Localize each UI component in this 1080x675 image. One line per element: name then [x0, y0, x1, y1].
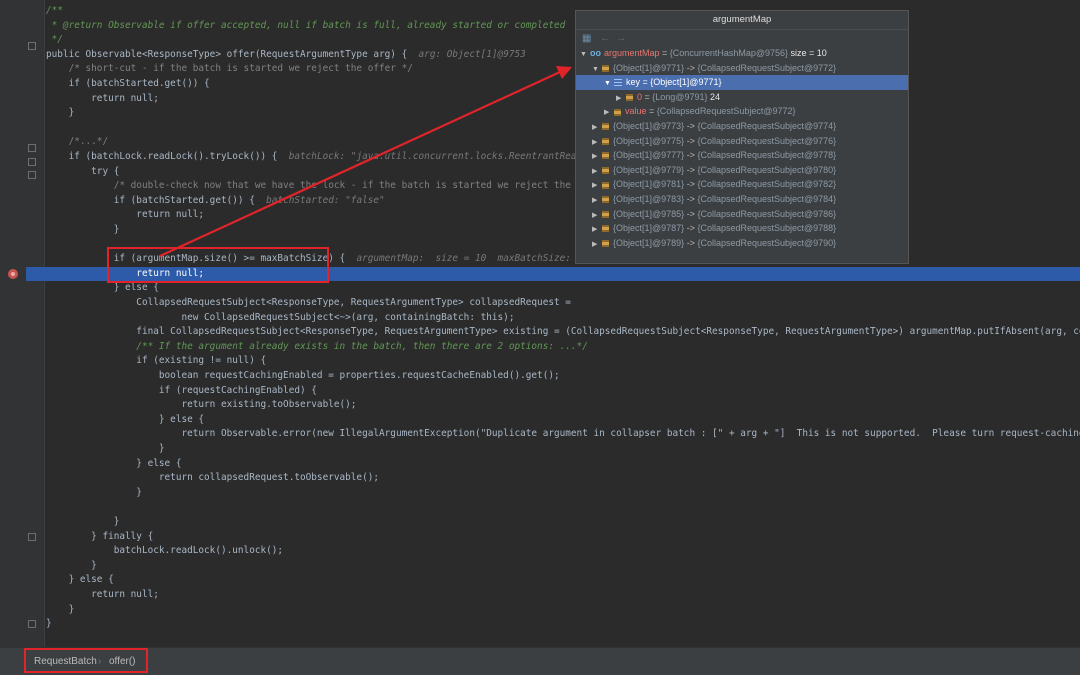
code-line: CollapsedRequestSubject<ResponseType, Re… — [46, 297, 571, 308]
gutter-separator — [44, 0, 45, 647]
tree-entry-row[interactable]: ▶ {Object[1]@9773} -> {CollapsedRequestSu… — [576, 119, 908, 134]
variable-inspector-popup[interactable]: argumentMap ▦ ← → ▼ oo argumentMap = {Conc… — [575, 10, 909, 264]
code-line: public Observable<ResponseType> offer(Re… — [46, 49, 526, 60]
code-line: if (batchLock.readLock().tryLock()) { ba… — [46, 151, 628, 162]
code-line: /** If the argument already exists in th… — [46, 341, 588, 352]
tree-entry-row[interactable]: ▶ {Object[1]@9785} -> {CollapsedRequestSu… — [576, 207, 908, 222]
code-line: if (requestCachingEnabled) { — [46, 385, 317, 396]
code-line: if (batchStarted.get()) { batchStarted: … — [46, 195, 385, 206]
tree-key-row[interactable]: ▼ key = {Object[1]@9771} — [576, 75, 908, 90]
field-icon — [602, 181, 609, 189]
map-icon: oo — [590, 48, 601, 58]
code-line: new CollapsedRequestSubject<~>(arg, cont… — [46, 312, 515, 323]
code-line: * @return Observable if offer accepted, … — [46, 20, 566, 31]
tree-entry-row[interactable]: ▶ {Object[1]@9779} -> {CollapsedRequestSu… — [576, 163, 908, 178]
field-icon — [602, 152, 609, 160]
field-icon — [626, 93, 633, 101]
code-line: return existing.toObservable(); — [46, 399, 357, 410]
code-line: } else { — [46, 282, 159, 293]
tree-entry-row[interactable]: ▶ {Object[1]@9777} -> {CollapsedRequestSu… — [576, 148, 908, 163]
tree-root-row[interactable]: ▼ oo argumentMap = {ConcurrentHashMap@9756… — [576, 46, 908, 61]
tree-entry-row[interactable]: ▼ {Object[1]@9771} -> {CollapsedRequestSu… — [576, 61, 908, 76]
code-line: boolean requestCachingEnabled = properti… — [46, 370, 560, 381]
fold-marker[interactable] — [28, 171, 36, 179]
fold-marker[interactable] — [28, 144, 36, 152]
code-editor[interactable]: /** * @return Observable if offer accept… — [46, 4, 1080, 644]
code-line: } — [46, 618, 52, 629]
annotation-box-breadcrumb — [24, 648, 148, 673]
popup-toolbar: ▦ ← → — [576, 30, 908, 46]
tree-entry-row[interactable]: ▶ {Object[1]@9787} -> {CollapsedRequestSu… — [576, 221, 908, 236]
code-line: } — [46, 487, 142, 498]
code-line: /*...*/ — [46, 136, 109, 147]
code-line: } else { — [46, 574, 114, 585]
code-line: } — [46, 604, 75, 615]
code-line: final CollapsedRequestSubject<ResponseTy… — [46, 326, 1080, 337]
restore-layout-icon[interactable]: ▦ — [582, 33, 591, 44]
code-line: try { — [46, 166, 120, 177]
field-icon — [602, 210, 609, 218]
code-line: return null; — [46, 209, 205, 220]
field-icon — [602, 137, 609, 145]
code-line: } else { — [46, 458, 182, 469]
code-line: } else { — [46, 414, 205, 425]
var-extra: size = 10 — [790, 48, 827, 58]
field-icon — [602, 225, 609, 233]
tree-entry-row[interactable]: ▶ {Object[1]@9781} -> {CollapsedRequestSu… — [576, 177, 908, 192]
code-line: return Observable.error(new IllegalArgum… — [46, 428, 1080, 439]
breadcrumb-bar: RequestBatch › offer() — [0, 647, 1080, 675]
breakpoint-icon[interactable] — [8, 269, 18, 279]
tree-entry-row[interactable]: ▶ {Object[1]@9775} -> {CollapsedRequestSu… — [576, 134, 908, 149]
code-line: return null; — [46, 589, 159, 600]
code-line: } — [46, 560, 97, 571]
field-icon — [602, 239, 609, 247]
var-name: argumentMap — [604, 48, 660, 58]
code-line: /* short-cut - if the batch is started w… — [46, 63, 413, 74]
code-line: /* double-check now that we have the loc… — [46, 180, 622, 191]
fold-marker[interactable] — [28, 158, 36, 166]
annotation-box-condition — [107, 247, 329, 283]
code-line: */ — [46, 34, 63, 45]
field-icon — [602, 196, 609, 204]
code-line: } — [46, 224, 120, 235]
code-line: } finally { — [46, 531, 154, 542]
forward-arrow-icon[interactable]: → — [616, 33, 626, 44]
tree-entry-row[interactable]: ▶ {Object[1]@9783} -> {CollapsedRequestSu… — [576, 192, 908, 207]
tree-entry-row[interactable]: ▶ {Object[1]@9789} -> {CollapsedRequestSu… — [576, 236, 908, 251]
fold-marker[interactable] — [28, 620, 36, 628]
array-icon — [614, 78, 622, 87]
code-line: if (batchStarted.get()) { — [46, 78, 210, 89]
field-icon — [614, 108, 621, 116]
code-line: return null; — [46, 93, 159, 104]
field-icon — [602, 64, 609, 72]
field-icon — [602, 166, 609, 174]
popup-title: argumentMap — [576, 11, 908, 30]
code-line: if (existing != null) { — [46, 355, 267, 366]
code-line: return collapsedRequest.toObservable(); — [46, 472, 380, 483]
code-line: /** — [46, 5, 63, 16]
back-arrow-icon[interactable]: ← — [600, 33, 610, 44]
tree-value-row[interactable]: ▶ value = {CollapsedRequestSubject@9772} — [576, 104, 908, 119]
code-line: } — [46, 107, 75, 118]
field-icon — [602, 123, 609, 131]
fold-marker[interactable] — [28, 533, 36, 541]
tree-index-row[interactable]: ▶ 0 = {Long@9791} 24 — [576, 90, 908, 105]
editor-gutter[interactable] — [0, 0, 44, 647]
expand-arrow-icon[interactable]: ▶ — [592, 238, 602, 253]
var-value: {ConcurrentHashMap@9756} — [669, 48, 789, 58]
code-line: } — [46, 516, 120, 527]
fold-marker[interactable] — [28, 42, 36, 50]
code-line: } — [46, 443, 165, 454]
code-line: batchLock.readLock().unlock(); — [46, 545, 284, 556]
